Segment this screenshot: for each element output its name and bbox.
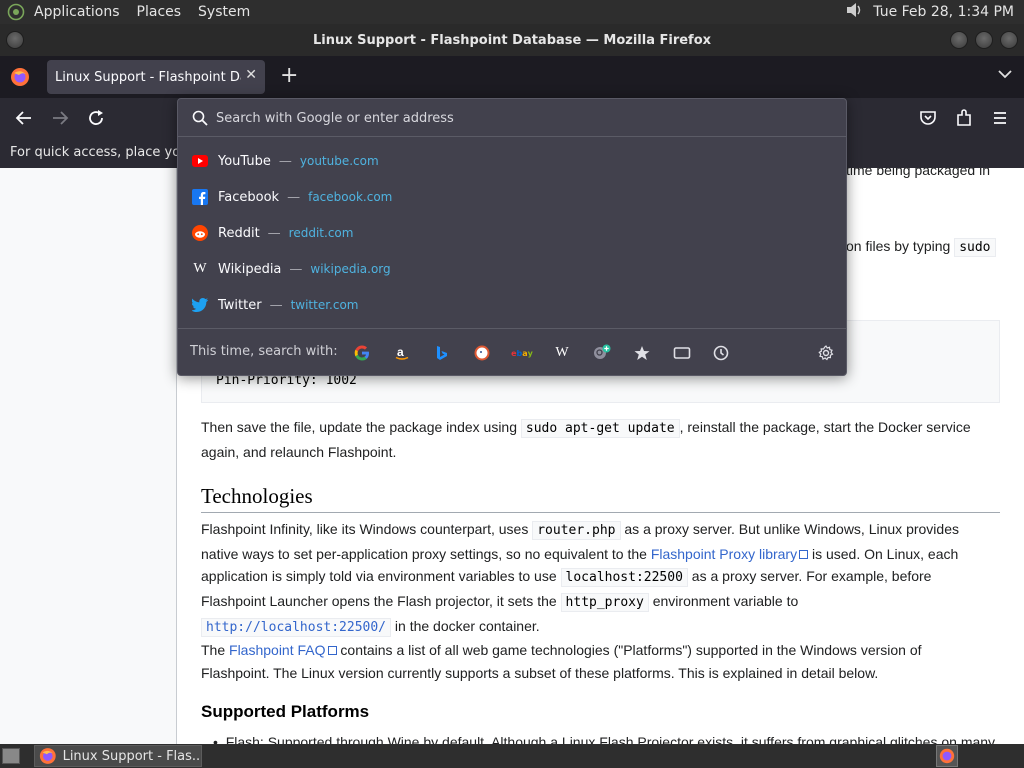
svg-text:a: a [397,345,404,359]
search-settings-icon[interactable] [815,342,837,364]
text-fragment: time being packaged in [846,168,990,178]
new-tab-icon[interactable]: + [280,63,298,88]
system-menu[interactable]: System [198,4,250,20]
clock[interactable]: Tue Feb 28, 1:34 PM [873,4,1014,20]
subsection-heading: Supported Platforms [201,702,370,721]
menu-logo-icon[interactable] [6,3,26,21]
code-snippet: sudo [954,238,996,257]
urlbar-input-row [178,99,846,137]
wikipedia-engine-icon[interactable]: W [551,342,573,364]
address-input[interactable] [216,107,816,129]
localhost-link[interactable]: http://localhost:22500/ [201,617,392,637]
bookmarks-hint: For quick access, place your [10,145,194,160]
youtube-icon [192,153,208,169]
volume-icon[interactable] [845,1,865,23]
wikipedia-icon: W [193,261,207,276]
paragraph: Flashpoint Infinity, like its Windows co… [201,521,959,637]
close-window-button[interactable] [1000,31,1018,49]
firefox-view-icon[interactable] [10,67,30,91]
tab-linux-support[interactable]: Linux Support - Flashpoint Database ✕ [47,60,265,94]
amazon-icon[interactable]: a [391,342,413,364]
ebay-icon[interactable]: ebay [511,342,533,364]
back-icon[interactable] [14,108,34,132]
search-with-label: This time, search with: [190,344,338,359]
suggestion-youtube[interactable]: YouTube — youtube.com [186,144,838,178]
bookmarks-icon[interactable] [631,342,653,364]
forward-icon[interactable] [50,108,70,132]
paragraph: Then save the file, update the package i… [201,419,971,460]
urlbar-dropdown: YouTube—youtube.com Facebook—facebook.co… [177,98,847,376]
hamburger-menu-icon[interactable] [990,108,1010,132]
maximize-button[interactable] [975,31,993,49]
wiki-sidebar [0,168,177,744]
chevron-down-icon[interactable] [998,68,1012,83]
duckduckgo-icon[interactable] [471,342,493,364]
proxy-library-link[interactable]: Flashpoint Proxy library [651,546,809,562]
text-fragment: on files by typing sudo [846,238,996,257]
list-item: • Flash: Supported through Wine by defau… [213,734,996,744]
taskbar-window-label: Linux Support - Flas... [62,748,201,764]
bing-icon[interactable] [431,342,453,364]
tab-strip: Linux Support - Flashpoint Database ✕ + [0,56,1024,98]
window-menu-button[interactable] [6,31,24,49]
section-heading: Technologies [201,484,1000,513]
top-panel: Applications Places System Tue Feb 28, 1… [0,0,1024,24]
google-icon[interactable] [351,342,373,364]
suggestion-reddit[interactable]: Reddit — reddit.com [186,216,838,250]
taskbar-firefox-window[interactable]: Linux Support - Flas... [34,745,202,767]
history-icon[interactable] [710,342,732,364]
applications-menu[interactable]: Applications [34,4,120,20]
pocket-icon[interactable] [918,108,938,132]
window-title: Linux Support - Flashpoint Database — Mo… [312,32,712,48]
reload-icon[interactable] [86,108,106,132]
facebook-icon [192,189,208,205]
paragraph: The Flashpoint FAQ contains a list of al… [201,642,922,681]
suggestion-twitter[interactable]: Twitter — twitter.com [186,288,838,322]
twitter-icon [192,297,208,313]
suggestion-facebook[interactable]: Facebook — facebook.com [186,180,838,214]
extensions-icon[interactable] [954,108,974,132]
tab-close-icon[interactable]: ✕ [245,67,257,83]
reddit-icon [192,225,208,241]
places-menu[interactable]: Places [137,4,182,20]
tabs-icon[interactable] [671,342,693,364]
add-search-engine-icon[interactable] [591,342,613,364]
search-icon [192,110,208,130]
tab-title: Linux Support - Flashpoint Database [55,69,241,85]
show-desktop-icon[interactable] [2,748,20,764]
workspace-firefox-icon[interactable] [936,745,958,767]
window-titlebar: Linux Support - Flashpoint Database — Mo… [0,24,1024,56]
taskbar: Linux Support - Flas... [0,744,1024,768]
suggestion-wikipedia[interactable]: W Wikipedia — wikipedia.org [186,252,838,286]
one-off-search-row: This time, search with: a ebay W [178,328,846,375]
minimize-button[interactable] [950,31,968,49]
flashpoint-faq-link[interactable]: Flashpoint FAQ [229,642,337,658]
code-snippet: sudo apt-get update [520,419,680,438]
firefox-icon [39,748,56,764]
